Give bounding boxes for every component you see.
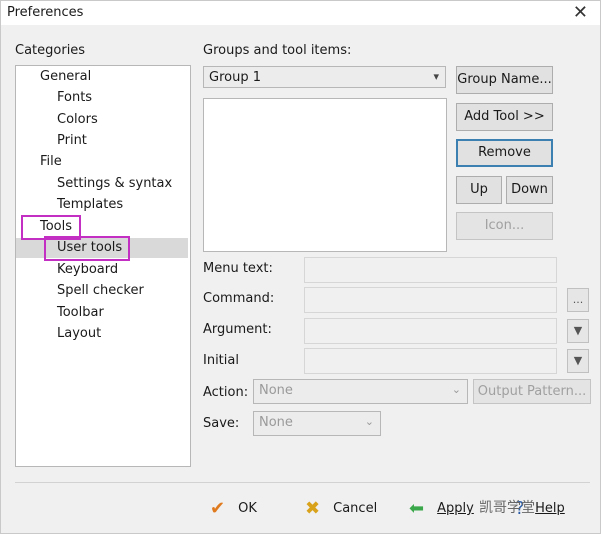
highlight-user-tools-box bbox=[44, 236, 130, 261]
watermark-text: 凯哥学堂 bbox=[479, 500, 535, 516]
action-select-value: None bbox=[259, 383, 293, 398]
initial-dropdown-button[interactable]: ▼ bbox=[567, 349, 589, 373]
group-name-button[interactable]: Group Name... bbox=[456, 66, 553, 94]
checkmark-icon: ✔ bbox=[210, 498, 226, 519]
tree-item-general[interactable]: General bbox=[40, 67, 91, 87]
help-label: Help bbox=[535, 501, 565, 516]
group-select[interactable]: Group 1 ▾ bbox=[203, 66, 446, 88]
chevron-down-icon: ⌄ bbox=[451, 383, 461, 396]
command-field[interactable] bbox=[304, 287, 557, 313]
chevron-down-icon: ▼ bbox=[573, 324, 583, 337]
command-browse-button[interactable]: ... bbox=[567, 288, 589, 312]
remove-button[interactable]: Remove bbox=[456, 139, 553, 167]
tree-item-file[interactable]: File bbox=[40, 152, 62, 172]
tree-item-fonts[interactable]: Fonts bbox=[57, 88, 92, 108]
tree-item-templates[interactable]: Templates bbox=[57, 195, 123, 215]
tree-item-print[interactable]: Print bbox=[57, 131, 87, 151]
tree-item-keyboard[interactable]: Keyboard bbox=[57, 260, 118, 280]
save-select-value: None bbox=[259, 415, 293, 430]
menu-text-label: Menu text: bbox=[203, 261, 273, 276]
save-label: Save: bbox=[203, 416, 240, 431]
tree-item-colors[interactable]: Colors bbox=[57, 110, 98, 130]
chevron-down-icon: ⌄ bbox=[364, 415, 374, 428]
argument-dropdown-button[interactable]: ▼ bbox=[567, 319, 589, 343]
action-select[interactable]: None ⌄ bbox=[253, 379, 468, 404]
title-bar: Preferences ✕ bbox=[1, 1, 600, 25]
groups-label: Groups and tool items: bbox=[203, 43, 352, 58]
cancel-label: Cancel bbox=[333, 501, 378, 516]
tree-item-settings-syntax[interactable]: Settings & syntax bbox=[57, 174, 172, 194]
apply-button[interactable]: ⬅ Apply bbox=[409, 497, 474, 521]
cross-icon: ✖ bbox=[305, 498, 321, 519]
command-label: Command: bbox=[203, 291, 275, 306]
menu-text-field[interactable] bbox=[304, 257, 557, 283]
tree-item-layout[interactable]: Layout bbox=[57, 324, 101, 344]
ok-label: OK bbox=[238, 501, 257, 516]
add-tool-button[interactable]: Add Tool >> bbox=[456, 103, 553, 131]
initial-label: Initial bbox=[203, 353, 239, 368]
up-button[interactable]: Up bbox=[456, 176, 502, 204]
arrow-left-icon: ⬅ bbox=[409, 498, 425, 519]
initial-field[interactable] bbox=[304, 348, 557, 374]
apply-label: Apply bbox=[437, 501, 474, 516]
argument-label: Argument: bbox=[203, 322, 272, 337]
icon-button[interactable]: Icon... bbox=[456, 212, 553, 240]
cancel-button[interactable]: ✖ Cancel bbox=[305, 497, 377, 521]
chevron-down-icon: ▼ bbox=[573, 354, 583, 367]
ok-button[interactable]: ✔ OK bbox=[210, 497, 257, 521]
close-icon[interactable]: ✕ bbox=[573, 2, 588, 23]
tool-items-list[interactable] bbox=[203, 98, 447, 252]
footer-divider bbox=[15, 482, 590, 483]
chevron-down-icon: ▾ bbox=[433, 70, 439, 83]
argument-field[interactable] bbox=[304, 318, 557, 344]
tree-item-toolbar[interactable]: Toolbar bbox=[57, 303, 104, 323]
output-pattern-button[interactable]: Output Pattern... bbox=[473, 379, 591, 404]
preferences-dialog: Preferences ✕ Categories General Fonts C… bbox=[0, 0, 601, 534]
categories-label: Categories bbox=[15, 43, 86, 58]
save-select[interactable]: None ⌄ bbox=[253, 411, 381, 436]
tree-item-spell-checker[interactable]: Spell checker bbox=[57, 281, 144, 301]
categories-tree[interactable]: General Fonts Colors Print File Settings… bbox=[15, 65, 191, 467]
action-label: Action: bbox=[203, 385, 249, 400]
down-button[interactable]: Down bbox=[506, 176, 553, 204]
group-select-value: Group 1 bbox=[209, 70, 261, 85]
window-title: Preferences bbox=[7, 5, 84, 20]
